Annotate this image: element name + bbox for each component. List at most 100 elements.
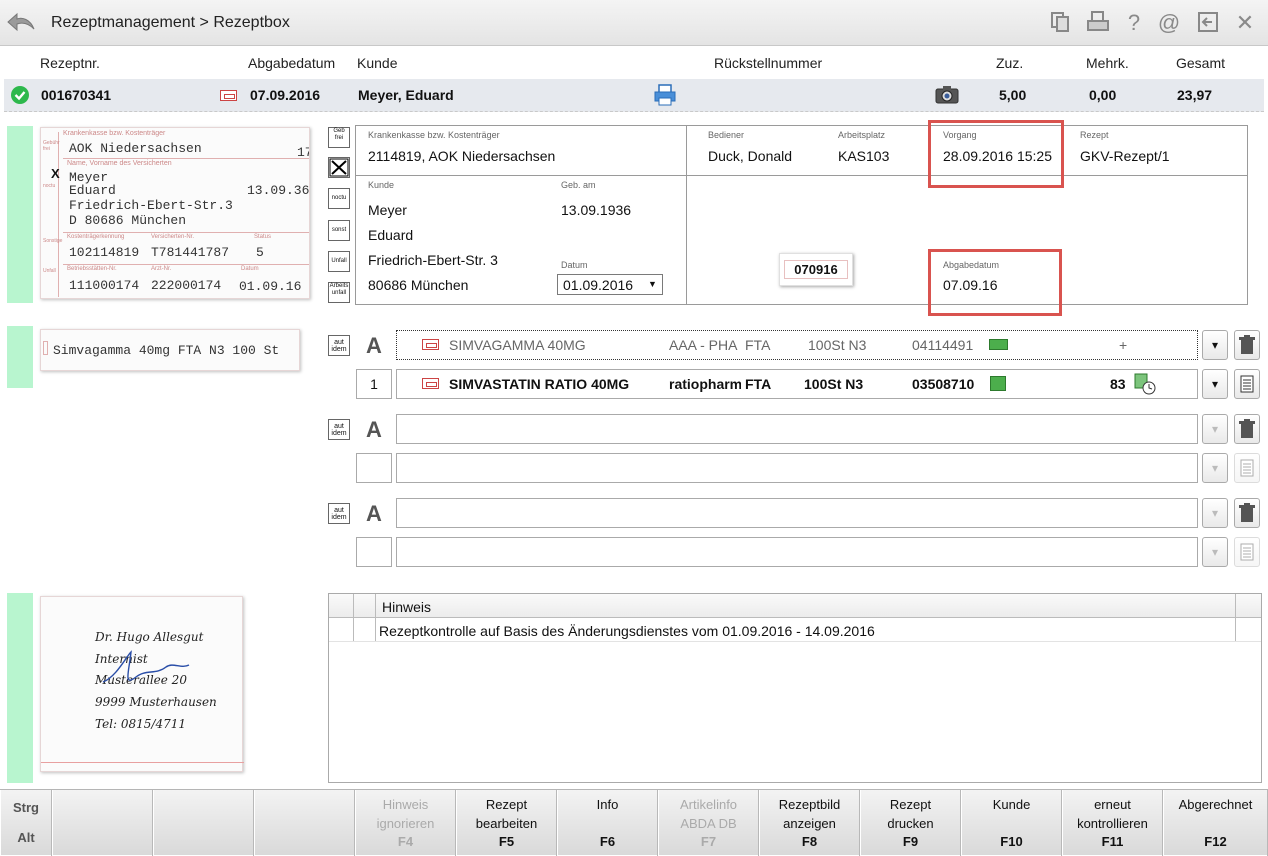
- mail-icon[interactable]: @: [1156, 11, 1182, 35]
- exit-window-icon[interactable]: [1195, 11, 1221, 35]
- prescription-icon: [422, 339, 439, 350]
- fkey-label: erneut: [1094, 797, 1131, 812]
- scan-kasse: AOK Niedersachsen: [69, 141, 202, 156]
- print-icon[interactable]: [1085, 11, 1111, 35]
- article-field-prescribed[interactable]: [396, 498, 1198, 528]
- column-header-rezeptnr[interactable]: Rezeptnr.: [40, 55, 100, 71]
- aut-idem-button[interactable]: aut idem: [328, 335, 350, 356]
- chevron-down-icon[interactable]: ▾: [1202, 330, 1228, 360]
- scan-label: Kostenträgerkennung: [67, 234, 125, 240]
- chevron-down-icon[interactable]: ▾: [1202, 414, 1228, 444]
- rezept-bearbeiten-button[interactable]: Rezept bearbeiten F5: [456, 790, 557, 856]
- hint-row[interactable]: Rezeptkontrolle auf Basis des Änderungsd…: [379, 623, 875, 639]
- gebuehr-frei-button[interactable]: Geb frei: [328, 127, 350, 148]
- vorgang-label: Vorgang: [943, 130, 977, 140]
- prescription-icon: [220, 90, 237, 101]
- trash-icon[interactable]: [1234, 414, 1260, 444]
- chevron-down-icon[interactable]: ▾: [1202, 498, 1228, 528]
- hint-column-header[interactable]: Hinweis: [382, 599, 431, 615]
- status-strip: [7, 126, 33, 303]
- doctor-line: 9999 Musterhausen: [95, 695, 217, 709]
- column-header-kunde[interactable]: Kunde: [357, 55, 397, 71]
- details-icon[interactable]: [1234, 369, 1260, 399]
- scan-label: Arzt-Nr.: [151, 266, 172, 272]
- datum-value: 01.09.2016: [563, 277, 634, 293]
- chevron-down-icon[interactable]: ▾: [1202, 369, 1228, 399]
- column-header-rueckstellnummer[interactable]: Rückstellnummer: [714, 55, 822, 71]
- chevron-down-icon[interactable]: ▾: [1202, 453, 1228, 483]
- table-row[interactable]: [4, 79, 1264, 112]
- close-icon[interactable]: ✕: [1232, 11, 1258, 35]
- article-field-dispensed[interactable]: SIMVASTATIN RATIO 40MG ratiopharm FTA 10…: [396, 369, 1198, 399]
- abgerechnet-button[interactable]: Abgerechnet F12: [1163, 790, 1268, 856]
- chevron-down-icon[interactable]: ▾: [1202, 537, 1228, 567]
- doctor-line: Dr. Hugo Allesgut: [95, 630, 204, 644]
- column-header-mehrk[interactable]: Mehrk.: [1086, 55, 1129, 71]
- aut-idem-button[interactable]: aut idem: [328, 503, 350, 524]
- artikelinfo-button[interactable]: Artikelinfo ABDA DB F7: [658, 790, 759, 856]
- fkey-label: kontrollieren: [1077, 816, 1148, 831]
- scan-marker: [43, 341, 48, 355]
- fkey-label: Hinweis: [382, 797, 429, 812]
- details-icon[interactable]: [1234, 453, 1260, 483]
- article-field-prescribed[interactable]: [396, 414, 1198, 444]
- kunde-name1: Meyer: [368, 202, 407, 218]
- camera-icon[interactable]: [935, 86, 959, 104]
- prescription-scan-article[interactable]: Simvagamma 40mg FTA N3 100 St: [40, 329, 300, 371]
- details-icon[interactable]: [1234, 537, 1260, 567]
- trash-icon[interactable]: [1234, 498, 1260, 528]
- article-name: SIMVAGAMMA 40MG: [449, 337, 586, 353]
- article-field-dispensed[interactable]: [396, 453, 1198, 483]
- abgabedatum-label: Abgabedatum: [943, 260, 1000, 270]
- printer-icon[interactable]: [654, 84, 676, 106]
- kunde-button[interactable]: Kunde F10: [961, 790, 1062, 856]
- help-icon[interactable]: ?: [1121, 11, 1147, 35]
- fkey-label: ignorieren: [376, 816, 435, 831]
- scan-datum: 01.09.16: [239, 279, 302, 294]
- unfall-button[interactable]: Unfall: [328, 251, 350, 272]
- column-header-zuz[interactable]: Zuz.: [996, 55, 1023, 71]
- quantity-field[interactable]: [356, 453, 392, 483]
- hinweis-ignorieren-button[interactable]: Hinweis ignorieren F4: [355, 790, 456, 856]
- scan-label: Datum: [241, 266, 259, 272]
- scan-kasse-label: Krankenkasse bzw. Kostenträger: [63, 130, 166, 137]
- fkey-number: F5: [498, 834, 515, 849]
- scan-geb: 13.09.36: [247, 183, 310, 198]
- sonstige-button[interactable]: sonst: [328, 220, 350, 241]
- kunde-label: Kunde: [368, 180, 395, 190]
- noctu-button[interactable]: noctu: [328, 188, 350, 209]
- prescription-scan-header[interactable]: Krankenkasse bzw. Kostenträger Gebühr fr…: [40, 127, 310, 299]
- check-circle-icon: [11, 86, 29, 104]
- article-name: SIMVASTATIN RATIO 40MG: [449, 376, 630, 392]
- article-field-prescribed[interactable]: SIMVAGAMMA 40MG AAA - PHA FTA 100St N3 0…: [396, 330, 1198, 360]
- info-button[interactable]: Info F6: [557, 790, 658, 856]
- article-type-a: A: [366, 333, 382, 358]
- hint-table: Hinweis Rezeptkontrolle auf Basis des Än…: [328, 593, 1262, 783]
- article-form: FTA: [745, 337, 771, 353]
- datum-select[interactable]: 01.09.2016 ▼: [557, 274, 663, 295]
- scan-divider: [63, 158, 309, 159]
- article-field-dispensed[interactable]: [396, 537, 1198, 567]
- title-bar: Rezeptmanagement > Rezeptbox ? @ ✕: [0, 0, 1268, 46]
- prescription-scan-doctor[interactable]: Dr. Hugo Allesgut Internist Musterallee …: [40, 596, 244, 772]
- copy-icon[interactable]: [1047, 11, 1073, 35]
- arbeitsunfall-button[interactable]: Arbeits unfall: [328, 282, 350, 303]
- gebuehr-pflichtig-button[interactable]: [328, 157, 350, 178]
- column-header-gesamt[interactable]: Gesamt: [1176, 55, 1225, 71]
- divider: [375, 594, 376, 641]
- quantity-field[interactable]: 1: [356, 369, 392, 399]
- aut-idem-button[interactable]: aut idem: [328, 419, 350, 440]
- availability-icon: [989, 339, 1008, 350]
- quantity-field[interactable]: [356, 537, 392, 567]
- back-arrow-icon[interactable]: [6, 9, 38, 37]
- rezept-drucken-button[interactable]: Rezept drucken F9: [860, 790, 961, 856]
- column-header-abgabedatum[interactable]: Abgabedatum: [248, 55, 335, 71]
- divider: [1235, 594, 1236, 641]
- trash-icon[interactable]: [1234, 330, 1260, 360]
- fkey-label: Abgerechnet: [1178, 797, 1253, 812]
- fkey-label: ABDA DB: [680, 816, 737, 831]
- erneut-kontrollieren-button[interactable]: erneut kontrollieren F11: [1062, 790, 1163, 856]
- scan-ort: D 80686 München: [69, 213, 187, 228]
- gesamt-value: 23,97: [1177, 87, 1213, 103]
- rezeptbild-anzeigen-button[interactable]: Rezeptbild anzeigen F8: [759, 790, 860, 856]
